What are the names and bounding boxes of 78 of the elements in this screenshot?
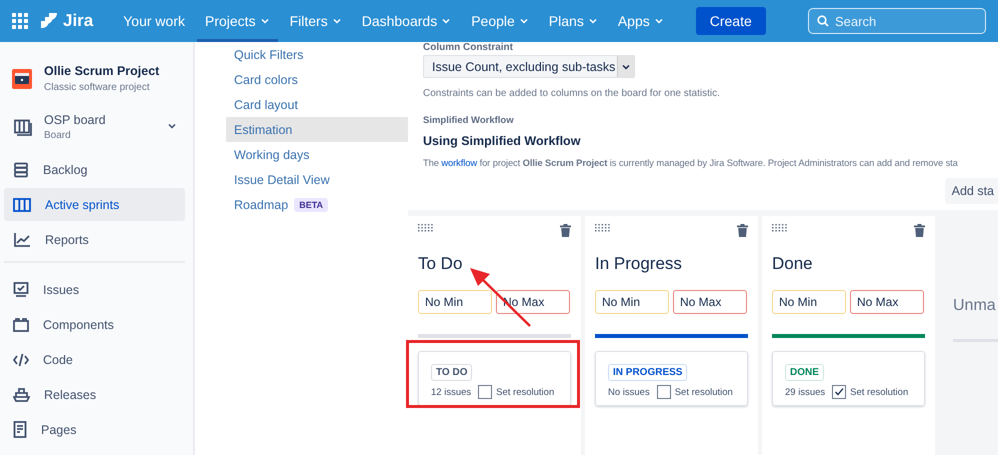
stack-icon bbox=[13, 162, 29, 178]
workflow-link[interactable]: workflow bbox=[441, 157, 478, 168]
constraint-select[interactable]: Issue Count, excluding sub-tasks bbox=[423, 55, 635, 78]
sidebar-item[interactable]: Pages bbox=[4, 413, 185, 446]
checkbox[interactable] bbox=[478, 385, 492, 399]
issue-count: 12 issues bbox=[431, 386, 472, 398]
column-title: To Do bbox=[418, 254, 464, 274]
section-label: Simplified Workflow bbox=[423, 115, 515, 126]
code-icon bbox=[13, 352, 29, 368]
checkbox[interactable] bbox=[656, 385, 671, 399]
monitor-check-icon bbox=[13, 282, 29, 298]
nav-item[interactable]: Projects bbox=[197, 0, 278, 42]
min-field[interactable]: No Min bbox=[595, 290, 669, 314]
help-text: Constraints can be added to columns on the board for one statistic. bbox=[423, 88, 721, 99]
search-icon bbox=[817, 15, 829, 27]
sidebar-item[interactable]: Active sprints bbox=[4, 188, 185, 221]
add-status-button[interactable]: Add sta bbox=[944, 178, 998, 204]
ship-icon bbox=[13, 387, 30, 402]
chart-icon bbox=[13, 232, 31, 248]
nav-item[interactable]: Apps bbox=[610, 0, 672, 42]
sidebar-item[interactable]: Components bbox=[4, 308, 185, 341]
create-button[interactable]: Create bbox=[696, 7, 766, 35]
sidebar-item[interactable]: Code bbox=[4, 343, 185, 376]
trash-icon[interactable] bbox=[560, 224, 571, 237]
sidebar-item[interactable]: Releases bbox=[4, 378, 185, 411]
column-title: In Progress bbox=[595, 254, 683, 274]
box-icon bbox=[13, 316, 29, 332]
settings-menu-item[interactable]: Estimation bbox=[226, 117, 408, 142]
project-name: Ollie Scrum Project bbox=[44, 64, 160, 78]
settings-menu-item[interactable]: Roadmap BETA bbox=[226, 192, 408, 217]
document-icon bbox=[13, 421, 27, 438]
settings-menu-item[interactable]: Issue Detail View bbox=[226, 167, 408, 192]
nav-item[interactable]: Dashboards bbox=[354, 0, 460, 42]
search-field[interactable]: Search bbox=[808, 8, 986, 34]
drag-handle-icon[interactable] bbox=[772, 224, 788, 232]
sidebar-item[interactable]: Reports bbox=[4, 223, 185, 256]
board-selector[interactable]: OSP board Board bbox=[4, 113, 185, 141]
issue-count: No issues bbox=[608, 386, 650, 398]
settings-menu-item[interactable]: Card colors bbox=[226, 67, 408, 92]
checkbox-label: Set resolution bbox=[850, 386, 908, 398]
settings-menu-item[interactable]: Working days bbox=[226, 142, 408, 167]
drag-handle-icon[interactable] bbox=[418, 224, 434, 232]
max-field[interactable]: No Max bbox=[673, 290, 747, 314]
checkbox-label: Set resolution bbox=[674, 386, 733, 398]
column-title: Done bbox=[772, 254, 814, 274]
min-field[interactable]: No Min bbox=[418, 290, 492, 314]
sidebar-item[interactable]: Issues bbox=[4, 273, 185, 306]
project-icon bbox=[12, 68, 32, 88]
settings-menu-item[interactable]: Quick Filters bbox=[226, 42, 408, 67]
checkbox[interactable] bbox=[832, 385, 846, 399]
nav-item[interactable]: Your work bbox=[115, 0, 193, 42]
sidebar-item[interactable]: Backlog bbox=[4, 153, 185, 186]
logo-icon bbox=[40, 12, 58, 30]
board-icon bbox=[13, 196, 31, 212]
settings-menu-item[interactable]: Card layout bbox=[226, 92, 408, 117]
status-lozenge: TO DO bbox=[431, 364, 472, 381]
app-grid-icon[interactable] bbox=[12, 13, 28, 29]
chevron-down-icon bbox=[167, 121, 177, 131]
max-field[interactable]: No Max bbox=[850, 290, 924, 314]
drag-handle-icon[interactable] bbox=[595, 224, 611, 232]
status-lozenge: DONE bbox=[785, 364, 824, 381]
nav-item[interactable]: Plans bbox=[540, 0, 606, 42]
checkbox-label: Set resolution bbox=[496, 386, 554, 398]
logo-text[interactable]: Jira bbox=[63, 11, 94, 31]
field-label: Column Constraint bbox=[423, 42, 514, 53]
column-title: Unma bbox=[953, 297, 997, 315]
nav-item[interactable]: People bbox=[463, 0, 537, 42]
status-lozenge: IN PROGRESS bbox=[608, 364, 688, 381]
nav-item[interactable]: Filters bbox=[282, 0, 350, 42]
section-heading: Using Simplified Workflow bbox=[423, 134, 582, 148]
beta-badge: BETA bbox=[294, 198, 328, 212]
workflow-description: The workflow for project Ollie Scrum Project is currently managed by Jira Software. Project Administrators can add and remove sta bbox=[423, 157, 959, 168]
issue-count: 29 issues bbox=[785, 386, 826, 398]
board-icon bbox=[14, 118, 32, 136]
project-type: Classic software project bbox=[44, 82, 151, 93]
trash-icon[interactable] bbox=[914, 224, 925, 237]
trash-icon[interactable] bbox=[737, 224, 748, 237]
min-field[interactable]: No Min bbox=[772, 290, 846, 314]
